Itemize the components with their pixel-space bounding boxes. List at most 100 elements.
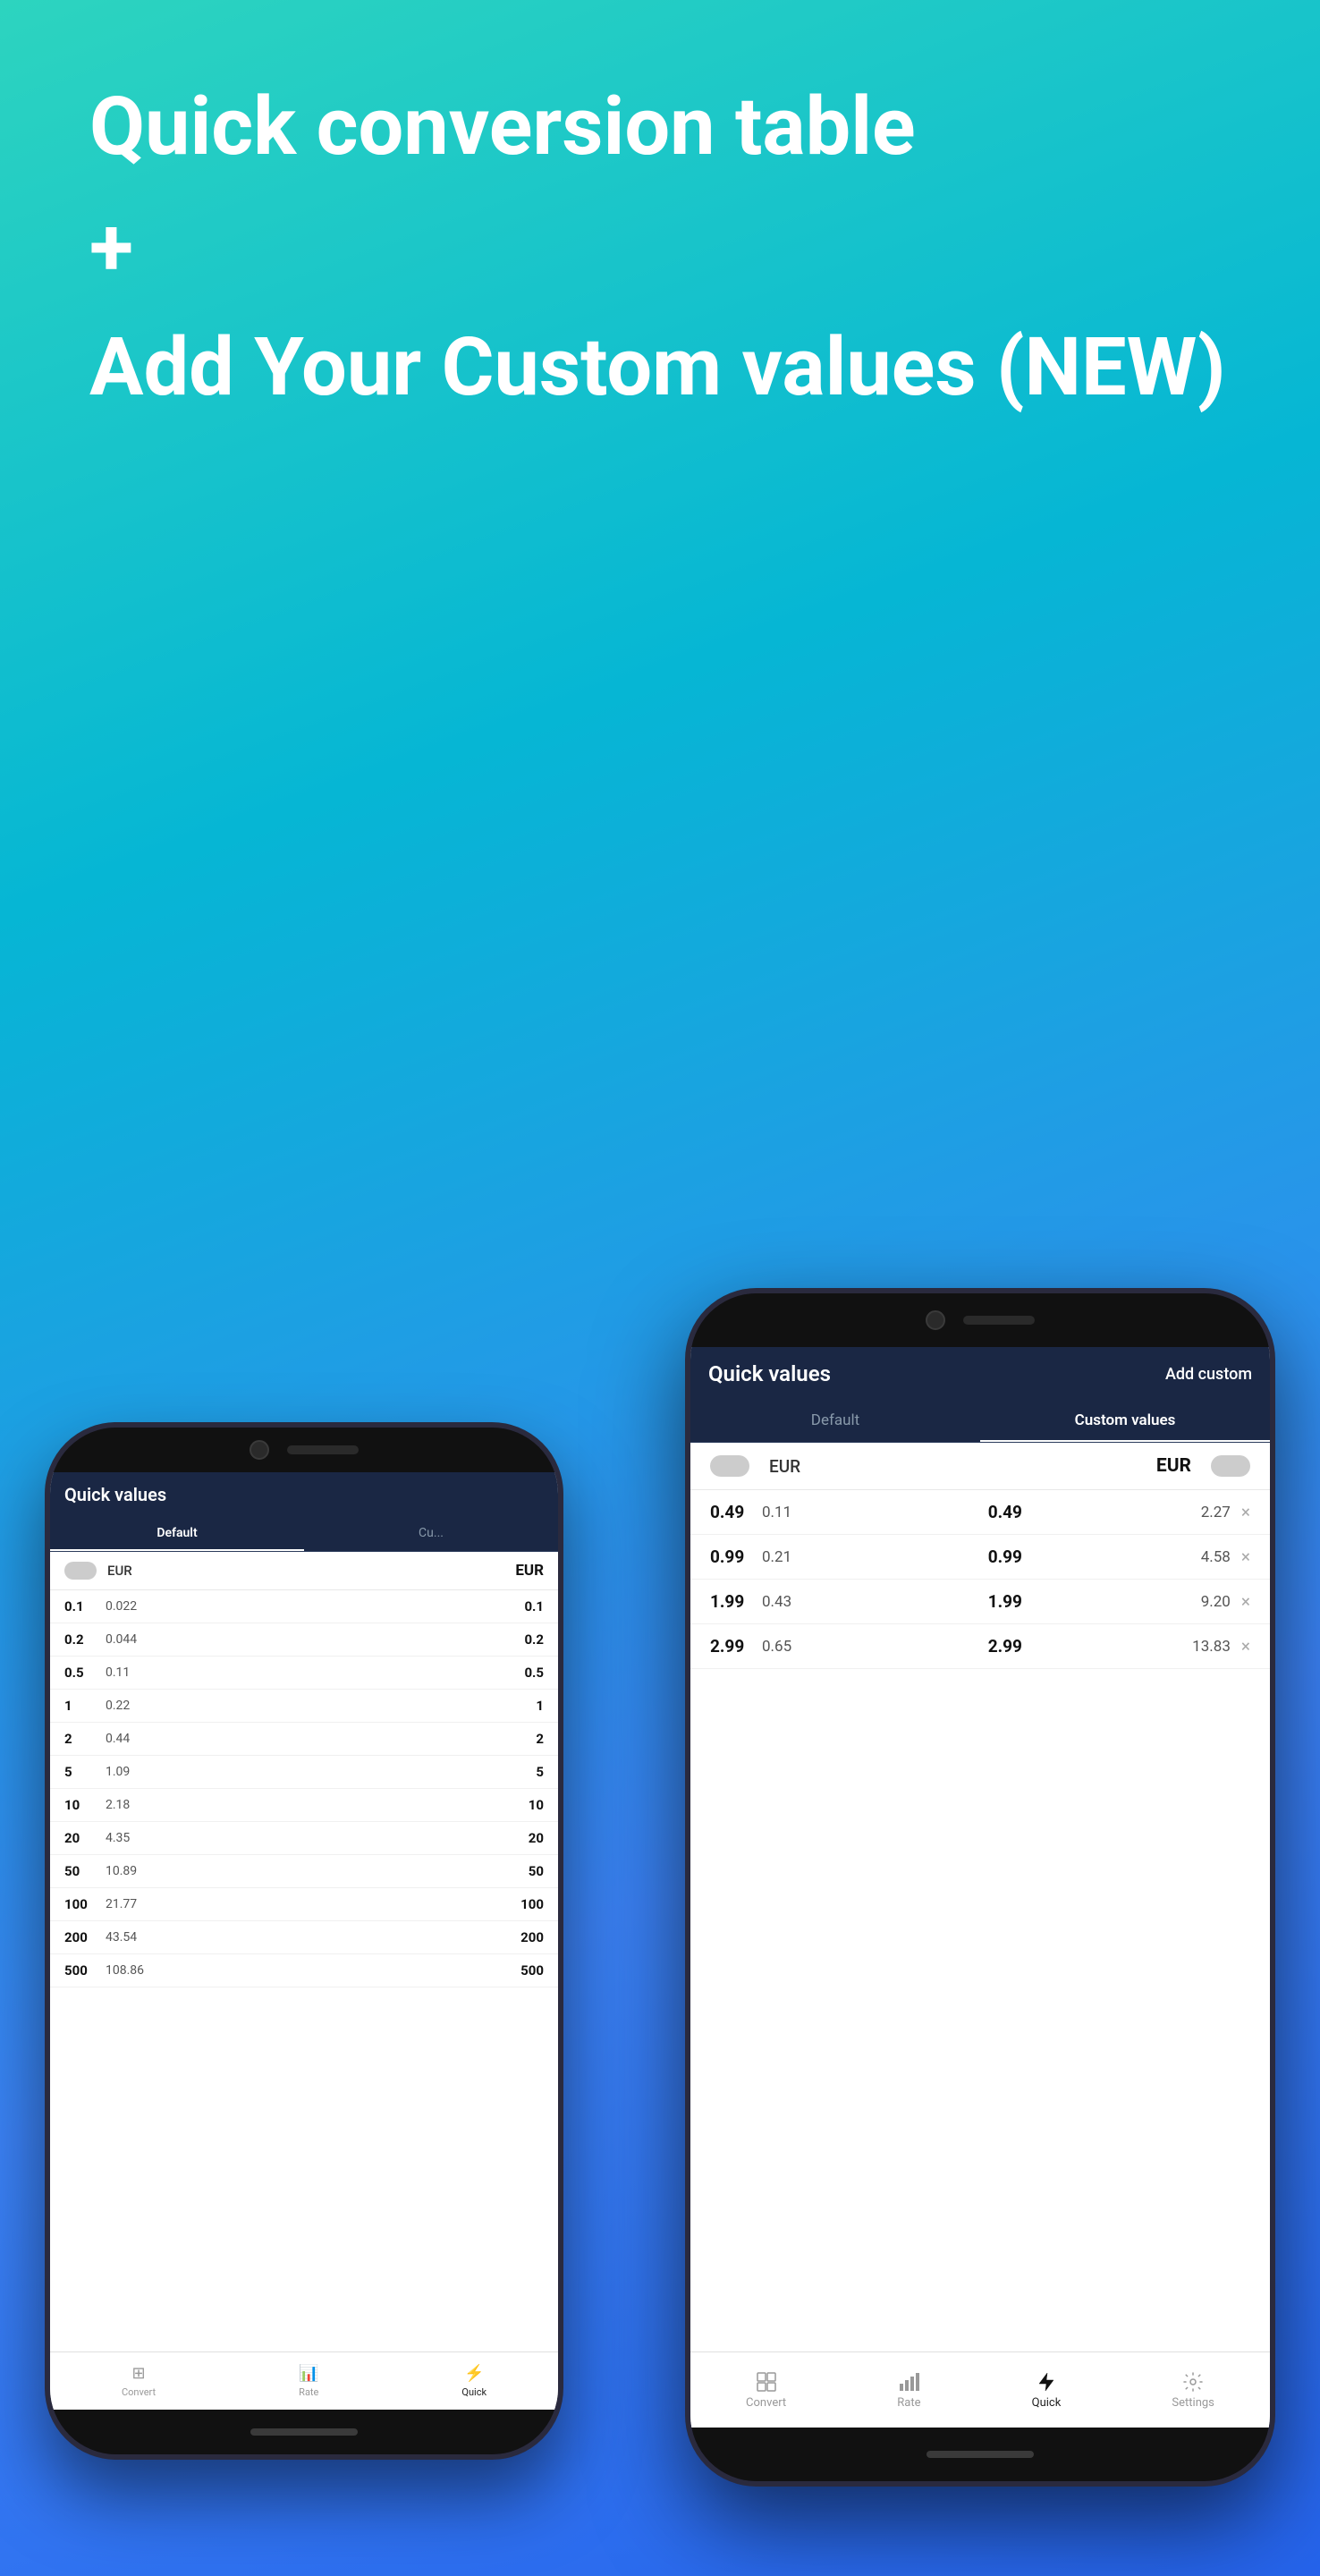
left-val: 2.18 <box>106 1798 503 1812</box>
convert-icon: ⊞ <box>132 2364 146 2383</box>
currency-to-back: EUR <box>515 1562 544 1580</box>
custom-val-4: 13.83 <box>1022 1638 1234 1656</box>
nav-label-rate-front: Rate <box>897 2396 920 2410</box>
camera-icon-front <box>926 1310 945 1330</box>
left-val: 0.044 <box>106 1632 503 1647</box>
table-row: 5 1.09 5 <box>50 1756 558 1789</box>
left-bold: 200 <box>64 1929 106 1945</box>
conversion-table-back: 0.1 0.022 0.1 0.2 0.044 0.2 0.5 0.11 0.5… <box>50 1590 558 2351</box>
default-val-1: 0.11 <box>762 1504 970 1521</box>
convert-icon-front <box>756 2371 777 2393</box>
left-val: 0.44 <box>106 1732 503 1746</box>
nav-convert-front[interactable]: Convert <box>746 2371 786 2410</box>
right-bold: 50 <box>503 1863 544 1879</box>
table-row: 50 10.89 50 <box>50 1855 558 1888</box>
right-bold: 0.5 <box>503 1665 544 1681</box>
phone-front-top <box>690 1293 1270 1347</box>
nav-label-convert: Convert <box>122 2386 156 2398</box>
right-bold: 500 <box>503 1962 544 1979</box>
close-icon-1[interactable]: × <box>1241 1502 1250 1522</box>
custom-bold-2: 0.99 <box>970 1546 1022 1567</box>
home-bar-front <box>927 2451 1034 2458</box>
default-bold-3: 1.99 <box>710 1591 762 1612</box>
add-custom-button[interactable]: Add custom <box>1165 1365 1252 1384</box>
tab-custom-back[interactable]: Cu... <box>304 1517 558 1551</box>
currency-header-back: EUR EUR <box>50 1552 558 1590</box>
app-header-back: Quick values <box>50 1472 558 1517</box>
custom-bold-1: 0.49 <box>970 1502 1022 1522</box>
table-row: 20 4.35 20 <box>50 1822 558 1855</box>
tab-custom-front[interactable]: Custom values <box>980 1401 1270 1442</box>
currency-from-back: EUR <box>107 1563 132 1579</box>
left-val: 4.35 <box>106 1831 503 1845</box>
nav-quick-front[interactable]: Quick <box>1032 2371 1062 2410</box>
nav-label-quick-front: Quick <box>1032 2396 1062 2410</box>
left-bold: 2 <box>64 1731 106 1747</box>
left-val: 10.89 <box>106 1864 503 1878</box>
table-row: 2 0.44 2 <box>50 1723 558 1756</box>
phone-front-screen: Quick values Add custom Default Custom v… <box>690 1347 1270 2428</box>
left-bold: 500 <box>64 1962 106 1979</box>
right-bold: 0.2 <box>503 1631 544 1648</box>
left-val: 43.54 <box>106 1930 503 1945</box>
phone-back: Quick values Default Cu... EUR EUR 0.1 0… <box>45 1422 563 2460</box>
speaker-front <box>963 1316 1035 1325</box>
nav-rate-front[interactable]: Rate <box>897 2371 920 2410</box>
home-bar <box>250 2428 358 2436</box>
default-val-3: 0.43 <box>762 1593 970 1611</box>
right-bold: 200 <box>503 1929 544 1945</box>
toggle-front-left[interactable] <box>710 1455 749 1477</box>
tab-default-front[interactable]: Default <box>690 1401 980 1442</box>
left-val: 0.11 <box>106 1665 503 1680</box>
bottom-nav-front: Convert Rate Quick <box>690 2351 1270 2428</box>
currency-to-front: EUR <box>1156 1455 1191 1477</box>
left-bold: 1 <box>64 1698 106 1714</box>
table-row-2: 0.99 0.21 0.99 4.58 × <box>690 1535 1270 1580</box>
toggle-front-right[interactable] <box>1211 1455 1250 1477</box>
left-bold: 0.2 <box>64 1631 106 1648</box>
app-title-back: Quick values <box>64 1484 166 1505</box>
table-row: 0.2 0.044 0.2 <box>50 1623 558 1657</box>
custom-val-1: 2.27 <box>1022 1504 1234 1521</box>
app-title-front: Quick values <box>708 1361 831 1386</box>
bottom-nav-back: ⊞ Convert 📊 Rate ⚡ Quick <box>50 2351 558 2410</box>
default-val-4: 0.65 <box>762 1638 970 1656</box>
left-bold: 10 <box>64 1797 106 1813</box>
phone-front: Quick values Add custom Default Custom v… <box>685 1288 1275 2487</box>
settings-icon-front <box>1182 2371 1204 2393</box>
nav-label-settings-front: Settings <box>1172 2396 1214 2410</box>
table-row: 200 43.54 200 <box>50 1921 558 1954</box>
close-icon-2[interactable]: × <box>1241 1546 1250 1567</box>
phone-back-bottom <box>50 2410 558 2454</box>
table-row: 500 108.86 500 <box>50 1954 558 1987</box>
nav-quick-back[interactable]: ⚡ Quick <box>461 2364 487 2398</box>
custom-val-3: 9.20 <box>1022 1593 1234 1611</box>
table-row: 100 21.77 100 <box>50 1888 558 1921</box>
table-row-3: 1.99 0.43 1.99 9.20 × <box>690 1580 1270 1624</box>
rate-icon: 📊 <box>299 2364 318 2383</box>
nav-settings-front[interactable]: Settings <box>1172 2371 1214 2410</box>
tab-default-back[interactable]: Default <box>50 1517 304 1551</box>
left-val: 0.022 <box>106 1599 503 1614</box>
table-row: 0.1 0.022 0.1 <box>50 1590 558 1623</box>
default-bold-1: 0.49 <box>710 1502 762 1522</box>
left-bold: 0.1 <box>64 1598 106 1614</box>
right-bold: 100 <box>503 1896 544 1912</box>
right-bold: 0.1 <box>503 1598 544 1614</box>
quick-icon-front <box>1036 2371 1057 2393</box>
default-bold-2: 0.99 <box>710 1546 762 1567</box>
close-icon-3[interactable]: × <box>1241 1591 1250 1612</box>
left-bold: 20 <box>64 1830 106 1846</box>
camera-icon <box>250 1440 269 1460</box>
left-bold: 100 <box>64 1896 106 1912</box>
rate-icon-front <box>898 2371 919 2393</box>
close-icon-4[interactable]: × <box>1241 1636 1250 1657</box>
table-row-1: 0.49 0.11 0.49 2.27 × <box>690 1490 1270 1535</box>
nav-rate-back[interactable]: 📊 Rate <box>299 2364 318 2398</box>
phone-back-screen: Quick values Default Cu... EUR EUR 0.1 0… <box>50 1472 558 2410</box>
nav-convert-back[interactable]: ⊞ Convert <box>122 2364 156 2398</box>
custom-bold-4: 2.99 <box>970 1636 1022 1657</box>
left-val: 0.22 <box>106 1699 503 1713</box>
hero-section: Quick conversion table + Add Your Custom… <box>0 0 1320 467</box>
toggle-back-left[interactable] <box>64 1562 97 1580</box>
